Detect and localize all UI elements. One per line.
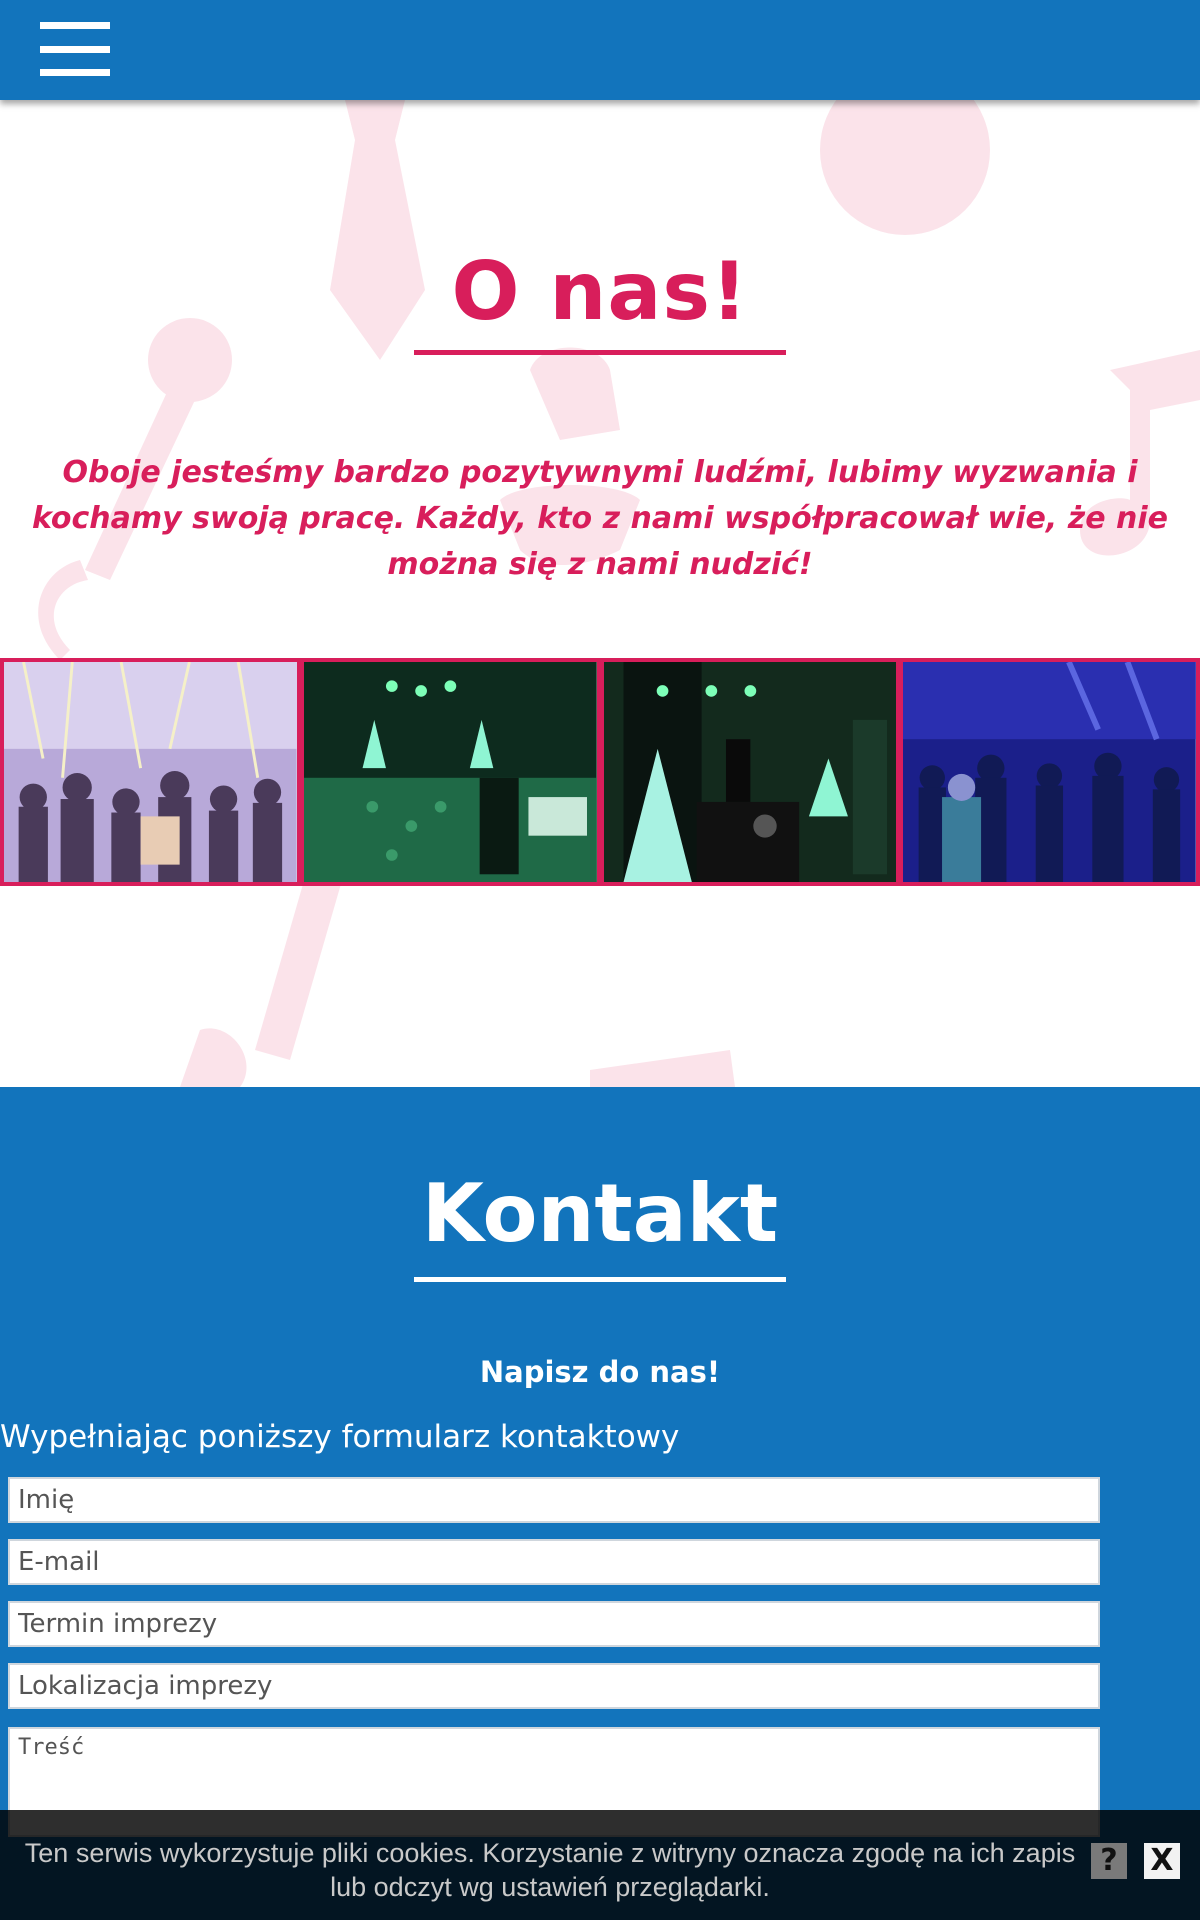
microphone-bottom-decor-icon (255, 860, 345, 1060)
email-field[interactable] (8, 1539, 1100, 1585)
gallery-photo-dance-floor[interactable] (900, 658, 1200, 886)
hat-decor-icon (530, 347, 620, 440)
contact-title-underline (414, 1277, 786, 1282)
menu-line (40, 46, 110, 53)
contact-title: Kontakt (421, 1167, 779, 1260)
about-title-underline (414, 350, 786, 355)
cookie-text: Ten serwis wykorzystuje pliki cookies. K… (24, 1838, 1076, 1902)
top-bar (0, 0, 1200, 100)
contact-subtitle: Napisz do nas! (479, 1355, 721, 1389)
name-field[interactable] (8, 1477, 1100, 1523)
about-section: O nas! Oboje jesteśmy bardzo pozytywnymi… (0, 100, 1200, 1087)
gallery-photo-party[interactable] (0, 658, 301, 886)
contact-section: Kontakt Napisz do nas! Wypełniając poniż… (0, 1087, 1200, 1920)
event-date-field[interactable] (8, 1601, 1100, 1647)
about-title: O nas! (451, 245, 749, 338)
gallery-photo-dj-stage[interactable] (600, 658, 901, 886)
gallery-photo-dj-setup[interactable] (300, 658, 601, 886)
bottom-decor-shape (590, 1050, 735, 1087)
about-description: Oboje jesteśmy bardzo pozytywnymi ludźmi… (31, 455, 1168, 582)
cookie-help-button[interactable]: ? (1091, 1843, 1127, 1879)
menu-line (40, 69, 110, 76)
photo-gallery (0, 658, 1200, 886)
cookie-close-button[interactable]: X (1144, 1843, 1180, 1879)
cookie-banner: Ten serwis wykorzystuje pliki cookies. K… (0, 1810, 1200, 1920)
event-location-field[interactable] (8, 1663, 1100, 1709)
menu-line (40, 22, 110, 29)
cd-decor-icon (820, 100, 990, 235)
hamburger-menu-icon[interactable] (40, 22, 110, 76)
contact-lead-text: Wypełniając poniższy formularz kontaktow… (0, 1419, 680, 1455)
